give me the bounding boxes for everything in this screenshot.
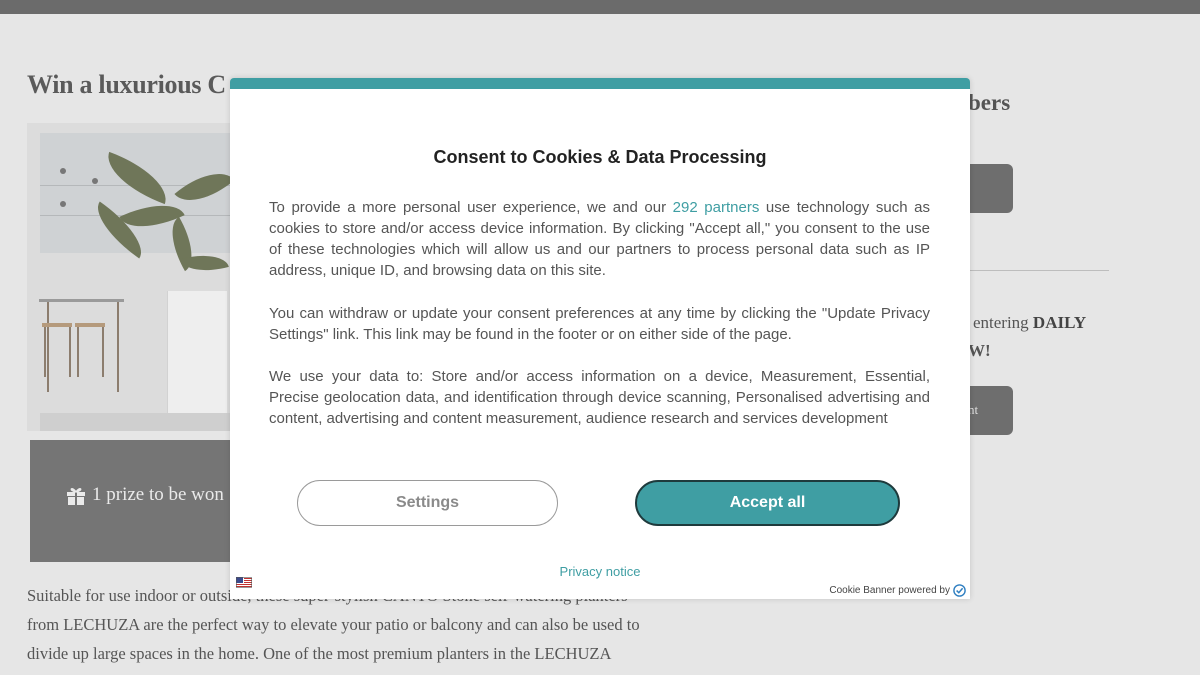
body-text-line: divide up large spaces in the home. One … — [27, 644, 612, 663]
sidebar-title: bers — [968, 90, 1011, 115]
body-text-line: from LECHUZA are the perfect way to elev… — [27, 615, 640, 634]
sidebar-entry-text-2: W! — [968, 341, 991, 360]
powered-by-text: Cookie Banner powered by — [829, 585, 950, 596]
sidebar-entry-text: t entering DAILY — [964, 313, 1087, 332]
consent-paragraph-1: To provide a more personal user experien… — [269, 199, 930, 279]
consent-paragraph-2: You can withdraw or update your consent … — [269, 305, 930, 343]
top-bar — [0, 0, 1200, 14]
gift-icon — [67, 488, 85, 505]
shield-check-icon[interactable] — [953, 584, 966, 597]
prize-text: 1 prize to be won — [92, 484, 224, 505]
sidebar-divider — [968, 270, 1109, 271]
product-image — [27, 123, 232, 431]
dialog-title: Consent to Cookies & Data Processing — [433, 147, 767, 167]
settings-button[interactable]: Settings — [297, 480, 558, 526]
accept-all-button[interactable]: Accept all — [635, 480, 900, 526]
page-title: Win a luxurious C — [27, 70, 226, 99]
language-flag-icon[interactable] — [236, 577, 252, 588]
consent-paragraph-3: We use your data to: Store and/or access… — [269, 368, 930, 427]
partners-link[interactable]: 292 partners — [673, 199, 760, 216]
privacy-notice-link[interactable]: Privacy notice — [230, 564, 970, 579]
cookie-consent-dialog: Consent to Cookies & Data Processing To … — [230, 78, 970, 599]
